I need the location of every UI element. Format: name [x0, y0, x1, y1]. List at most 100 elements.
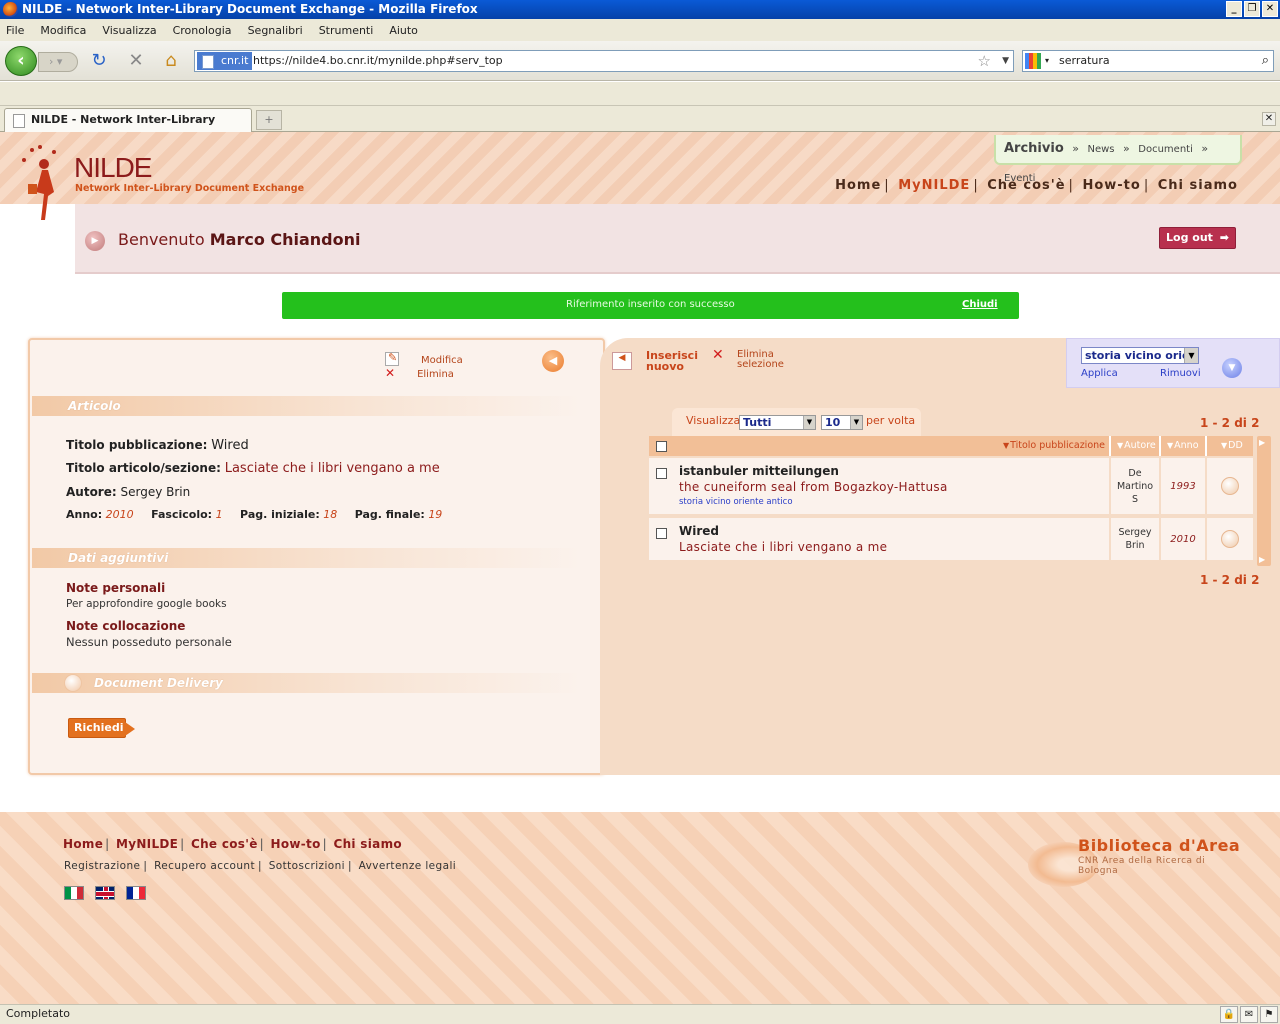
engine-dropdown-icon[interactable]: ▾ [1045, 51, 1049, 71]
footer-nav-how-to[interactable]: How-to [271, 837, 321, 851]
documenti-link[interactable]: Documenti [1138, 144, 1193, 155]
expand-filter-button[interactable]: ▼ [1222, 358, 1242, 378]
back-button[interactable]: ‹ [5, 46, 37, 76]
browser-window: NILDE - Network Inter-Library Document E… [0, 0, 1280, 1024]
search-input[interactable]: serratura [1059, 51, 1110, 71]
footer-nav-home[interactable]: Home [63, 837, 103, 851]
row-title[interactable]: Wired [679, 524, 1105, 538]
home-icon[interactable]: ⌂ [160, 50, 182, 72]
tag-filter-select[interactable]: storia vicino orien ▼ [1081, 347, 1199, 364]
col-dd[interactable]: DD [1205, 436, 1253, 456]
url-text[interactable]: https://nilde4.bo.cnr.it/mynilde.php#ser… [253, 51, 503, 71]
logo-title[interactable]: NILDE [74, 152, 152, 184]
row-tag-link[interactable]: storia vicino oriente antico [679, 497, 1105, 507]
forward-button[interactable]: › ▾ [38, 52, 78, 72]
footer-nav-chi-siamo[interactable]: Chi siamo [333, 837, 401, 851]
dd-status-icon[interactable] [1221, 477, 1239, 495]
select-all-checkbox[interactable] [656, 441, 667, 452]
visualizza-select[interactable]: Tutti ▼ [739, 415, 816, 430]
chevron-down-icon[interactable]: ▼ [850, 416, 862, 429]
nav-how-to[interactable]: How-to [1082, 178, 1140, 193]
close-window-button[interactable]: ✕ [1262, 1, 1278, 17]
view-options-tab: Visualizza Tutti ▼ 10 ▼ per volta [672, 408, 921, 436]
footer-nav-che-cose[interactable]: Che cos'è [191, 837, 258, 851]
minimize-button[interactable]: _ [1226, 1, 1242, 17]
col-autore[interactable]: Autore [1109, 436, 1159, 456]
tab-nilde[interactable]: NILDE - Network Inter-Library Docu... [4, 108, 252, 148]
menu-modifica[interactable]: Modifica [40, 24, 86, 37]
search-bar[interactable]: ▾ serratura ⌕ [1022, 50, 1274, 72]
user-name: Marco Chiandoni [209, 230, 361, 249]
table-row[interactable]: istanbuler mitteilungen the cuneiform se… [649, 458, 1253, 516]
nav-che-cose[interactable]: Che cos'è [987, 178, 1065, 193]
archivio-link[interactable]: Archivio [1004, 141, 1064, 156]
col-titolo-pubblicazione[interactable]: Titolo pubblicazione [999, 436, 1109, 456]
nav-home[interactable]: Home [835, 178, 881, 193]
row-author: De Martino S [1109, 458, 1159, 514]
chat-icon[interactable]: ✉ [1240, 1006, 1258, 1023]
title-bar: NILDE - Network Inter-Library Document E… [0, 0, 1280, 19]
italian-flag-icon[interactable] [64, 886, 84, 900]
news-link[interactable]: News [1088, 144, 1115, 155]
search-icon[interactable]: ⌕ [1262, 51, 1269, 71]
collapse-panel-button[interactable]: ◀ [542, 350, 564, 372]
reload-icon[interactable]: ↻ [88, 50, 110, 72]
close-tab-button[interactable]: ✕ [1262, 112, 1276, 126]
french-flag-icon[interactable] [126, 886, 146, 900]
field-autore: Autore: Sergey Brin [66, 485, 190, 499]
new-tab-button[interactable]: + [256, 110, 282, 130]
stop-icon[interactable]: ✕ [125, 50, 147, 72]
reference-detail-panel: Modifica ✕ Elimina ◀ Articolo Titolo pubb… [28, 338, 605, 775]
delete-button[interactable]: ✕ Elimina [385, 366, 476, 380]
edit-button[interactable]: Modifica [385, 351, 485, 366]
menu-file[interactable]: File [6, 24, 24, 37]
row-checkbox[interactable] [656, 528, 667, 539]
url-bar[interactable]: cnr.it https://nilde4.bo.cnr.it/mynilde.… [194, 50, 1014, 72]
language-flag-icon[interactable]: ⚑ [1260, 1006, 1278, 1023]
remove-filter-link[interactable]: Rimuovi [1160, 368, 1201, 379]
row-title[interactable]: istanbuler mitteilungen [679, 464, 1105, 478]
lock-icon[interactable]: 🔒 [1220, 1006, 1238, 1023]
menu-segnalibri[interactable]: Segnalibri [248, 24, 303, 37]
welcome-prefix: Benvenuto [118, 230, 205, 249]
value-anno: 2010 [105, 508, 134, 521]
table-scrollbar[interactable]: ▶ ▶ [1257, 436, 1271, 566]
footer-nav-mynilde[interactable]: MyNILDE [116, 837, 178, 851]
menu-aiuto[interactable]: Aiuto [389, 24, 418, 37]
dd-status-icon[interactable] [1221, 530, 1239, 548]
footer-link-sottoscrizioni[interactable]: Sottoscrizioni [269, 860, 345, 872]
visualizza-value: Tutti [743, 416, 772, 429]
scroll-up-icon[interactable]: ▶ [1259, 438, 1265, 447]
site-identity-button[interactable]: cnr.it [197, 52, 253, 70]
row-subtitle[interactable]: the cuneiform seal from Bogazkoy-Hattusa [679, 480, 1105, 494]
google-icon[interactable] [1025, 53, 1041, 69]
nav-mynilde[interactable]: MyNILDE [898, 178, 970, 193]
menu-strumenti[interactable]: Strumenti [319, 24, 374, 37]
richiedi-button[interactable]: Richiedi [68, 718, 135, 738]
footer-link-registrazione[interactable]: Registrazione [64, 860, 140, 872]
chevron-down-icon[interactable]: ▼ [1184, 348, 1198, 363]
nav-chi-siamo[interactable]: Chi siamo [1158, 178, 1238, 193]
insert-icon: ◀ [612, 352, 632, 370]
document-delivery-status-icon [64, 674, 82, 692]
per-page-select[interactable]: 10 ▼ [821, 415, 863, 430]
row-checkbox[interactable] [656, 468, 667, 479]
scroll-down-icon[interactable]: ▶ [1259, 555, 1265, 564]
apply-filter-link[interactable]: Applica [1081, 368, 1118, 379]
table-row[interactable]: Wired Lasciate che i libri vengano a me … [649, 518, 1253, 562]
row-subtitle[interactable]: Lasciate che i libri vengano a me [679, 540, 1105, 554]
menu-visualizza[interactable]: Visualizza [102, 24, 156, 37]
url-dropdown-icon[interactable]: ▼ [1002, 51, 1009, 71]
chevron-down-icon[interactable]: ▼ [803, 416, 815, 429]
menu-cronologia[interactable]: Cronologia [173, 24, 232, 37]
biblioteca-area-logo[interactable]: Biblioteca d'Area CNR Area della Ricerca… [1028, 834, 1248, 894]
note-collocazione-value: Nessun posseduto personale [66, 635, 232, 649]
footer-link-avvertenze[interactable]: Avvertenze legali [359, 860, 456, 872]
logout-button[interactable]: Log out [1159, 227, 1236, 249]
success-close-link[interactable]: Chiudi [962, 292, 998, 318]
english-flag-icon[interactable] [95, 886, 115, 900]
footer-link-recupero-account[interactable]: Recupero account [154, 860, 255, 872]
maximize-button[interactable]: ❐ [1244, 1, 1260, 17]
col-anno[interactable]: Anno [1159, 436, 1205, 456]
bookmark-star-icon[interactable]: ☆ [978, 51, 991, 71]
